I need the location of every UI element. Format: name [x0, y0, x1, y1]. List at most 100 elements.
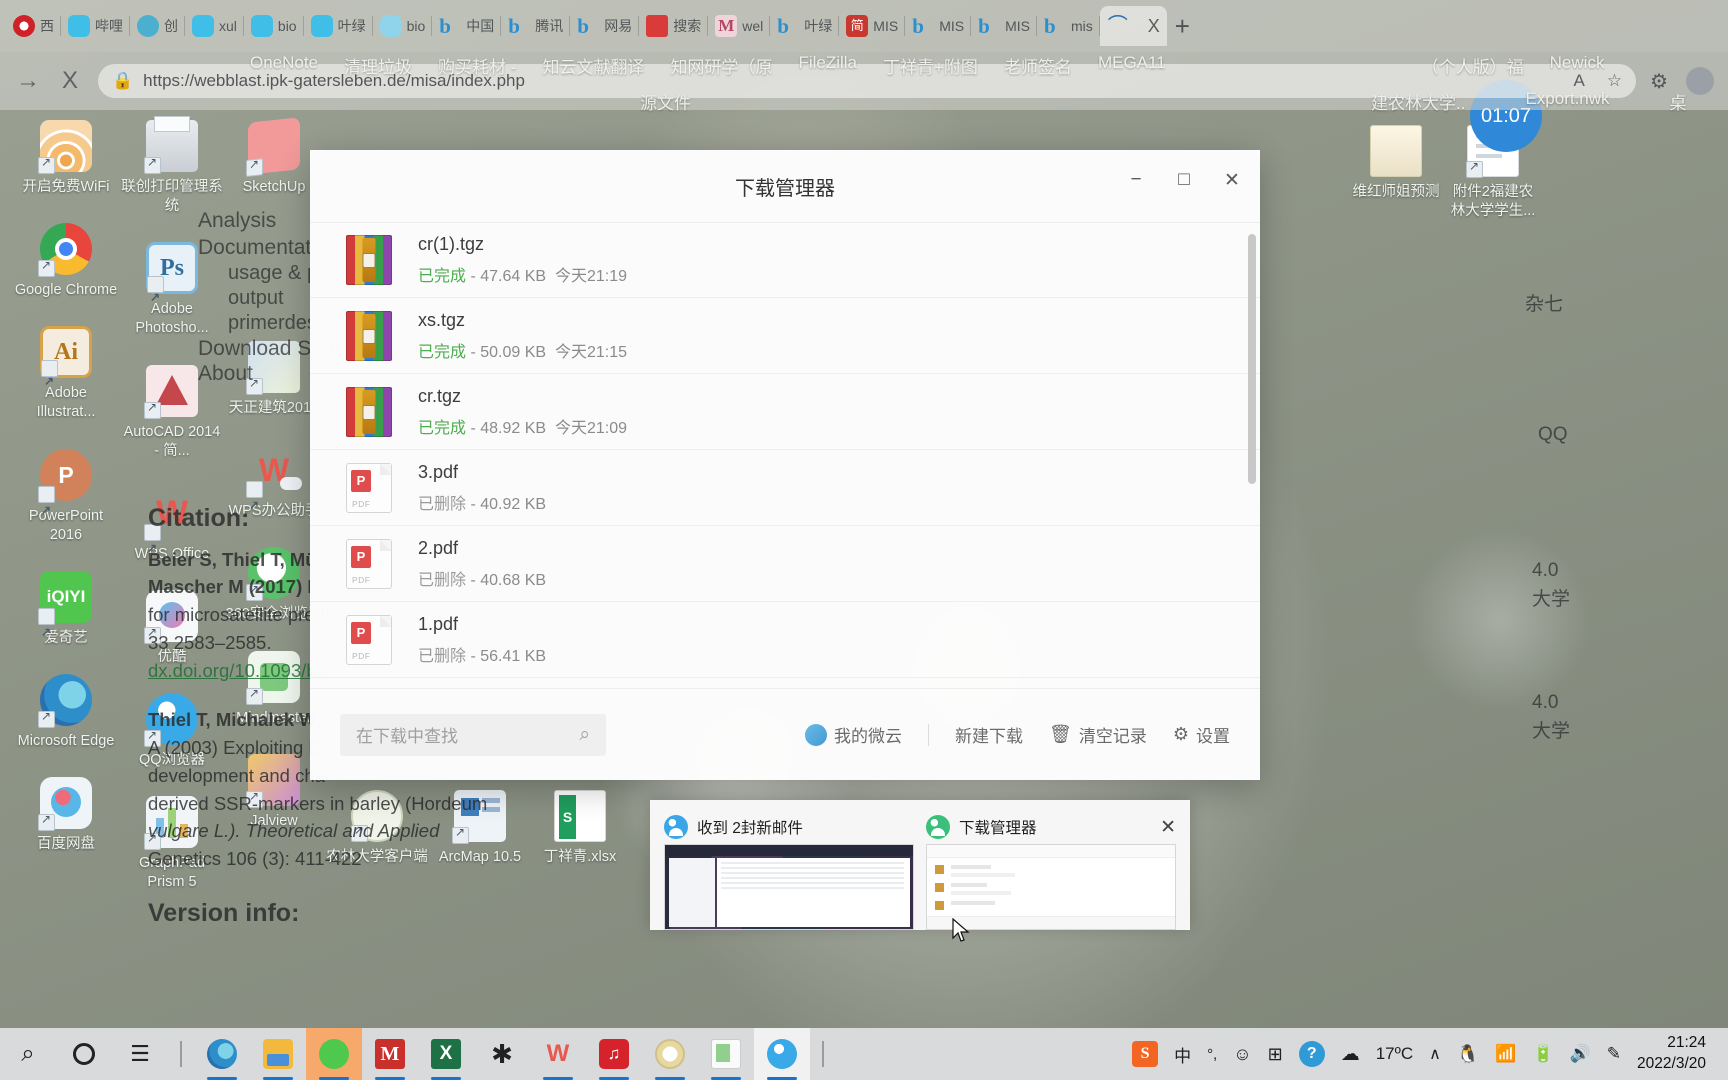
download-size: 40.92 KB [480, 495, 547, 513]
tab-0[interactable]: 西 [6, 6, 61, 46]
desktop-icon-edge[interactable]: Microsoft Edge [14, 673, 118, 751]
word-label-line2: 林大学学生... [1450, 203, 1536, 220]
thumbnail-close-icon[interactable]: ✕ [1160, 816, 1176, 839]
tab-13[interactable]: 简 MIS [839, 6, 906, 46]
url-bar[interactable]: 🔒 https://webblast.ipk-gatersleben.de/mi… [98, 64, 1637, 98]
download-row[interactable]: P PDF 1.pdf 已删除 - 56.41 KB [310, 602, 1260, 678]
taskbar-cortana-button[interactable] [56, 1028, 112, 1080]
taskbar-app-wps[interactable]: W [530, 1028, 586, 1080]
tab-6[interactable]: bio [373, 6, 433, 46]
tab-15[interactable]: b MIS [971, 6, 1037, 46]
pdf-icon [646, 15, 669, 37]
chevron-up-icon[interactable]: ∧ [1429, 1044, 1441, 1064]
download-row[interactable]: cr(1).tgz 已完成 - 47.64 KB 今天21:19 [310, 222, 1260, 298]
dialog-title-bar[interactable]: 下载管理器 − □ ✕ [310, 150, 1260, 222]
desktop-icon-baidu-netdisk[interactable]: 百度网盘 [14, 777, 118, 854]
new-tab-button[interactable]: + [1175, 11, 1190, 42]
read-aloud-icon[interactable]: A [1573, 71, 1584, 91]
download-row[interactable]: P PDF 2.pdf 已删除 - 40.68 KB [310, 526, 1260, 602]
desktop-icon-folder[interactable]: 维红师姐预测 [1350, 125, 1442, 202]
dialog-scrollbar[interactable] [1248, 234, 1256, 724]
wifi-icon[interactable]: 📶 [1495, 1044, 1516, 1064]
sogou-input-icon[interactable]: S [1132, 1041, 1159, 1067]
tab-active[interactable]: ⌒ X [1099, 6, 1167, 46]
tab-11[interactable]: Mwel [708, 6, 771, 46]
taskbar-app-settings[interactable]: ✱ [474, 1028, 530, 1080]
taskbar-search-button[interactable]: ⌕ [0, 1028, 56, 1080]
clock[interactable]: 21:24 2022/3/20 [1637, 1033, 1716, 1075]
tab-3[interactable]: xul [185, 6, 244, 46]
volume-icon[interactable]: 🔊 [1570, 1044, 1591, 1064]
desktop-icon-wifi[interactable]: 开启免费WiFi [14, 120, 118, 197]
taskbar-app-wechat[interactable] [306, 1028, 362, 1080]
close-button[interactable]: ✕ [1208, 158, 1256, 202]
footer-actions: 我的微云 新建下载 🗑 清空记录 ⚙ 设置 [805, 722, 1230, 747]
ime-punctuation-icon[interactable]: °, [1207, 1046, 1217, 1063]
ime-emoji-icon[interactable]: ☺ [1233, 1044, 1251, 1065]
thumbnail-card-download[interactable]: 下载管理器 ✕ [920, 810, 1182, 930]
mouse-cursor [952, 917, 970, 944]
tab-10[interactable]: 搜索 [639, 6, 709, 46]
taskbar-app-snipaste[interactable] [698, 1028, 754, 1080]
settings-button[interactable]: ⚙ 设置 [1173, 722, 1230, 747]
tab-5[interactable]: 叶绿 [304, 6, 373, 46]
search-icon[interactable]: ⌕ [579, 724, 590, 746]
tab-close-icon[interactable]: X [1134, 16, 1160, 37]
taskbar-app-excel[interactable]: X [418, 1028, 474, 1080]
tab-4[interactable]: bio [244, 6, 304, 46]
cloud-icon[interactable]: ☁ [1341, 1043, 1360, 1066]
taskbar-app-netease-music[interactable]: ♫ [586, 1028, 642, 1080]
desktop-icon-iqiyi[interactable]: iQIYI 爱奇艺 [14, 570, 118, 658]
tab-2[interactable]: 创 [130, 6, 185, 46]
download-meta: cr.tgz 已完成 - 48.92 KB 今天21:09 [418, 386, 627, 438]
desktop-icon-chrome[interactable]: Google Chrome [14, 223, 118, 300]
stop-loading-button[interactable]: X [56, 67, 84, 95]
search-input[interactable]: 在下载中查找 ⌕ [340, 713, 606, 756]
battery-icon[interactable]: 🔋 [1532, 1044, 1553, 1064]
tab-16[interactable]: b mis [1037, 6, 1100, 46]
settings-icon[interactable]: ⚙ [1650, 69, 1668, 94]
new-download-button[interactable]: 新建下载 [955, 722, 1023, 747]
favorite-icon[interactable]: ☆ [1607, 71, 1622, 91]
taskbar-app-circle[interactable] [642, 1028, 698, 1080]
download-time: 今天21:19 [554, 268, 628, 285]
thumbnail-title: 下载管理器 [959, 820, 1037, 837]
thumbnail-card-mail[interactable]: 收到 2封新邮件 [658, 810, 920, 930]
taskbar-app-mega[interactable]: M [362, 1028, 418, 1080]
avatar[interactable] [1686, 67, 1714, 95]
desktop-icon-printer[interactable]: 联创打印管理系统 [120, 116, 224, 216]
download-row[interactable]: P PDF 3.pdf 已删除 - 40.92 KB [310, 450, 1260, 526]
taskbar-app-explorer[interactable] [250, 1028, 306, 1080]
taskbar-app-qq-browser[interactable] [754, 1028, 810, 1080]
clear-records-button[interactable]: 🗑 清空记录 [1049, 722, 1147, 747]
tab-14[interactable]: b MIS [905, 6, 971, 46]
ref1-doi-link[interactable]: dx.doi.org/10.1093/bio [148, 660, 331, 681]
download-row[interactable]: cr.tgz 已完成 - 48.92 KB 今天21:09 [310, 374, 1260, 450]
nav-about[interactable]: About [198, 358, 253, 391]
tab-7[interactable]: b 中国 [432, 6, 502, 46]
minimize-button[interactable]: − [1112, 158, 1160, 202]
tab-9[interactable]: b 网易 [570, 6, 640, 46]
taskbar-task-view-button[interactable]: ☰ [112, 1028, 168, 1080]
thumbnail-image-mail[interactable] [664, 844, 914, 930]
maximize-button[interactable]: □ [1160, 158, 1208, 202]
tab-12[interactable]: b 叶绿 [770, 6, 840, 46]
desktop-icon-illustrator[interactable]: Ai Adobe Illustrat... [14, 326, 118, 422]
pen-icon[interactable]: ✎ [1607, 1044, 1621, 1064]
desktop-icon-powerpoint[interactable]: P PowerPoint 2016 [14, 448, 118, 545]
taskbar-app-edge[interactable] [194, 1028, 250, 1080]
ime-language-label[interactable]: 中 [1174, 1042, 1191, 1067]
tab-8[interactable]: b 腾讯 [501, 6, 571, 46]
qq-browser-icon [767, 1039, 797, 1069]
baidu-netdisk-icon [38, 777, 92, 831]
tab-1[interactable]: 哔哩 [61, 6, 130, 46]
scrollbar-thumb[interactable] [1248, 234, 1256, 484]
zip-icon [346, 235, 392, 285]
qq-penguin-icon[interactable]: 🐧 [1457, 1044, 1479, 1065]
ime-toolbox-icon[interactable]: ⊞ [1268, 1044, 1283, 1065]
back-button[interactable]: → [14, 67, 42, 95]
status-dash: - [470, 647, 476, 665]
download-row[interactable]: xs.tgz 已完成 - 50.09 KB 今天21:15 [310, 298, 1260, 374]
weiyun-button[interactable]: 我的微云 [805, 722, 902, 747]
help-icon[interactable]: ? [1298, 1041, 1325, 1067]
